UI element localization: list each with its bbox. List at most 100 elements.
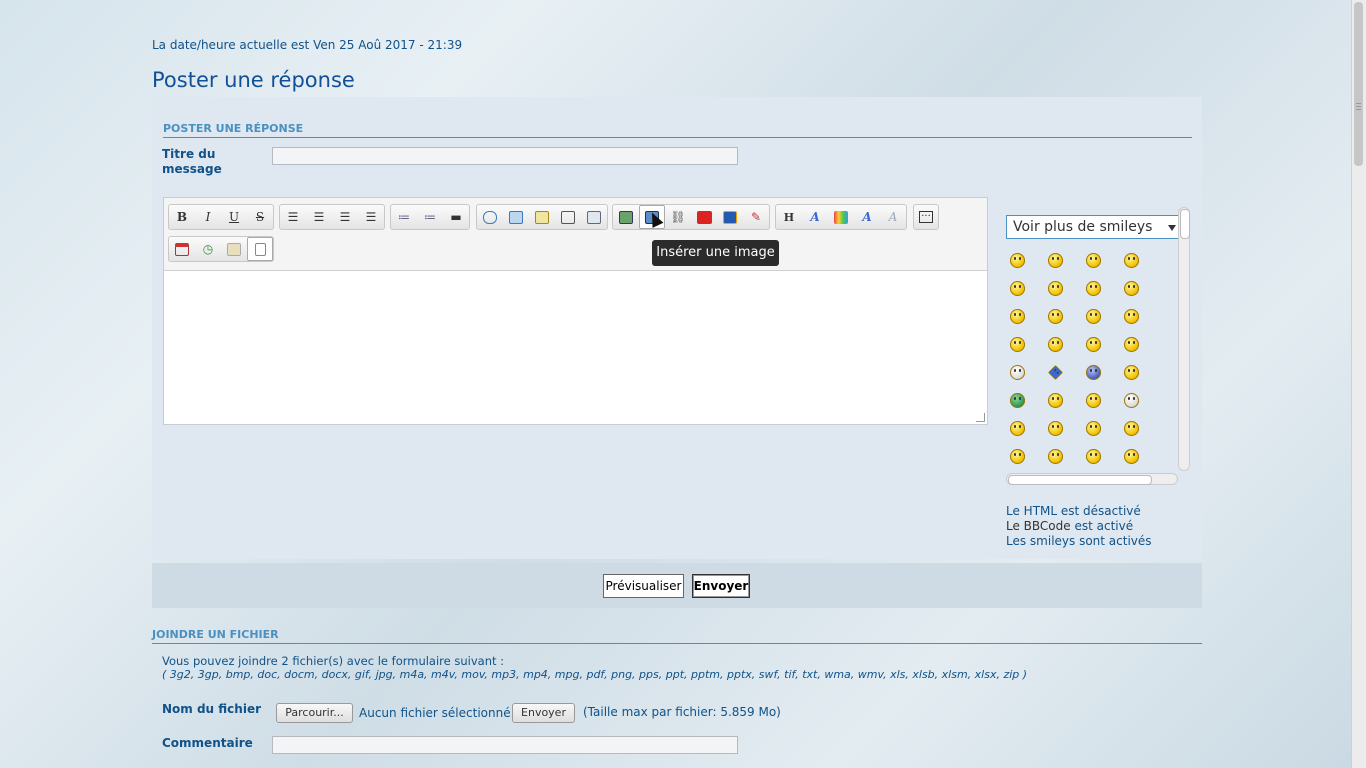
- page-scrollbar-thumb[interactable]: [1354, 2, 1363, 166]
- smiley-icon[interactable]: [1010, 449, 1025, 464]
- smiley-select[interactable]: Voir plus de smileys: [1006, 215, 1180, 239]
- more-button[interactable]: ···: [914, 205, 938, 229]
- insert-host-image-button[interactable]: [613, 205, 639, 229]
- smiley-icon[interactable]: [1010, 337, 1025, 352]
- smiley-horizontal-scrollbar[interactable]: [1006, 473, 1178, 485]
- table-button[interactable]: [581, 205, 607, 229]
- smiley-panel: Voir plus de smileys: [1006, 207, 1191, 485]
- smiley-icon[interactable]: [1048, 253, 1063, 268]
- subject-input[interactable]: [272, 147, 738, 165]
- font-button[interactable]: A: [854, 205, 880, 229]
- youtube-button[interactable]: [691, 205, 717, 229]
- smiley-icon[interactable]: [1010, 393, 1025, 408]
- font-size-button[interactable]: A: [802, 205, 828, 229]
- editor-resize-handle[interactable]: [976, 413, 985, 422]
- smiley-icon[interactable]: [1010, 365, 1025, 380]
- font-icon: A: [862, 210, 872, 224]
- hide-button[interactable]: [555, 205, 581, 229]
- align-right-button[interactable]: ☰: [332, 205, 358, 229]
- smiley-icon[interactable]: [1124, 281, 1139, 296]
- smiley-horizontal-scrollbar-thumb[interactable]: [1008, 475, 1152, 485]
- quote-icon: [483, 210, 497, 224]
- tools-button[interactable]: ✎: [743, 205, 769, 229]
- code-button[interactable]: [503, 205, 529, 229]
- smiley-icon[interactable]: [1048, 393, 1063, 408]
- file-name-label: Nom du fichier: [162, 702, 261, 716]
- smiley-icon[interactable]: [1010, 281, 1025, 296]
- time-button[interactable]: ◷: [195, 237, 221, 261]
- align-left-button[interactable]: ☰: [280, 205, 306, 229]
- smiley-icon[interactable]: [1048, 421, 1063, 436]
- smiley-icon[interactable]: [1124, 449, 1139, 464]
- smiley-select-value: Voir plus de smileys: [1013, 219, 1153, 235]
- smiley-vertical-scrollbar[interactable]: [1178, 207, 1190, 471]
- smiley-icon[interactable]: [1048, 449, 1063, 464]
- smiley-icon[interactable]: [1086, 253, 1101, 268]
- spoiler-button[interactable]: [529, 205, 555, 229]
- smiley-icon[interactable]: [1124, 337, 1139, 352]
- color-button[interactable]: [828, 205, 854, 229]
- browse-button[interactable]: Parcourir...: [276, 703, 353, 723]
- smiley-icon[interactable]: [1124, 393, 1139, 408]
- smiley-icon[interactable]: [1048, 365, 1063, 380]
- smiley-icon[interactable]: [1086, 337, 1101, 352]
- section-title-post-reply: Poster une réponse: [163, 122, 304, 135]
- smileys-status-link[interactable]: Les smileys sont activés: [1006, 534, 1152, 548]
- flash-button[interactable]: [717, 205, 743, 229]
- smiley-icon[interactable]: [1124, 365, 1139, 380]
- smiley-icon[interactable]: [1010, 309, 1025, 324]
- bullet-list-icon: ≔: [397, 210, 411, 224]
- send-button[interactable]: Envoyer: [692, 574, 750, 598]
- source-button[interactable]: [247, 237, 273, 261]
- underline-button[interactable]: U: [221, 205, 247, 229]
- smiley-icon[interactable]: [1124, 309, 1139, 324]
- host-image-icon: [619, 210, 633, 224]
- smiley-icon[interactable]: [1086, 281, 1101, 296]
- youtube-icon: [696, 210, 712, 224]
- align-center-button[interactable]: ☰: [306, 205, 332, 229]
- smiley-icon[interactable]: [1086, 393, 1101, 408]
- strikethrough-button[interactable]: S: [247, 205, 273, 229]
- preview-button[interactable]: Prévisualiser: [603, 574, 684, 598]
- flash-icon: [723, 210, 737, 224]
- section-divider: [163, 137, 1192, 138]
- toolbar-group-lists: ≔ ≔ ▬: [390, 204, 470, 230]
- upload-button[interactable]: Envoyer: [512, 703, 575, 723]
- bold-button[interactable]: B: [169, 205, 195, 229]
- toolbar-group-media: ⛓ ✎: [612, 204, 770, 230]
- max-file-size: (Taille max par fichier: 5.859 Mo): [583, 705, 781, 719]
- bullet-list-button[interactable]: ≔: [391, 205, 417, 229]
- smiley-icon[interactable]: [1010, 253, 1025, 268]
- page-scrollbar[interactable]: [1351, 0, 1366, 768]
- smiley-icon[interactable]: [1086, 449, 1101, 464]
- smiley-icon[interactable]: [1124, 253, 1139, 268]
- heading-button[interactable]: H: [776, 205, 802, 229]
- smiley-vertical-scrollbar-thumb[interactable]: [1180, 209, 1190, 239]
- paste-button[interactable]: [221, 237, 247, 261]
- italic-button[interactable]: I: [195, 205, 221, 229]
- remove-format-button[interactable]: A: [880, 205, 906, 229]
- message-editor[interactable]: B I U S ☰ ☰ ☰ ☰ ≔ ≔ ▬ ⛓ ✎ H A A A ··· ◷: [163, 197, 988, 425]
- smiley-icon[interactable]: [1048, 337, 1063, 352]
- smiley-icon[interactable]: [1086, 309, 1101, 324]
- smiley-icon[interactable]: [1124, 421, 1139, 436]
- comment-input[interactable]: [272, 736, 738, 754]
- tools-icon: ✎: [750, 210, 762, 224]
- quote-button[interactable]: [477, 205, 503, 229]
- horizontal-rule-button[interactable]: ▬: [443, 205, 469, 229]
- bbcode-status-link[interactable]: est activé: [1074, 519, 1133, 533]
- smiley-icon[interactable]: [1086, 421, 1101, 436]
- html-status-link[interactable]: Le HTML est désactivé: [1006, 504, 1141, 518]
- date-button[interactable]: [169, 237, 195, 261]
- insert-link-button[interactable]: ⛓: [665, 205, 691, 229]
- justify-button[interactable]: ☰: [358, 205, 384, 229]
- page-title: Poster une réponse: [152, 68, 355, 92]
- smiley-icon[interactable]: [1048, 309, 1063, 324]
- numbered-list-button[interactable]: ≔: [417, 205, 443, 229]
- smiley-icon[interactable]: [1010, 421, 1025, 436]
- current-datetime: La date/heure actuelle est Ven 25 Aoû 20…: [152, 38, 463, 52]
- smiley-icon[interactable]: [1048, 281, 1063, 296]
- toolbar-group-format: B I U S: [168, 204, 274, 230]
- smiley-icon[interactable]: [1086, 365, 1101, 380]
- scroll-grip: [1356, 103, 1361, 104]
